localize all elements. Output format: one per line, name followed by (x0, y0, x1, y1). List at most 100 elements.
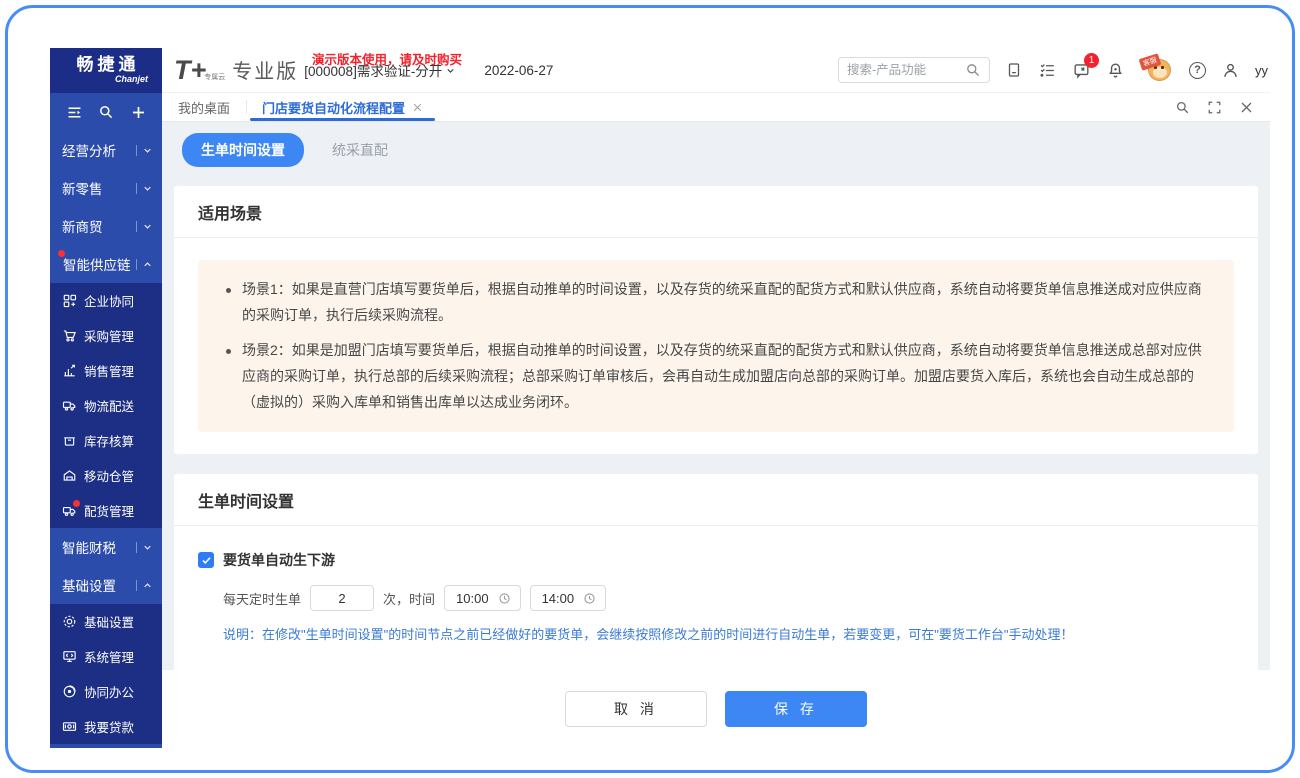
system-monitor-icon (62, 649, 77, 664)
delivery-truck-icon (62, 500, 80, 518)
clock-icon (498, 592, 511, 605)
chevron-down-icon (142, 542, 153, 553)
message-icon[interactable]: 1 (1072, 52, 1099, 80)
chanjet-logo: 畅捷通 Chanjet (50, 48, 162, 93)
user-icon[interactable] (1221, 61, 1240, 80)
sidebar-group-new-trade[interactable]: 新商贸 (50, 207, 162, 245)
help-icon[interactable]: ? (1189, 61, 1206, 79)
sidebar-group-new-retail[interactable]: 新零售 (50, 169, 162, 207)
menu-collapse-icon[interactable] (66, 104, 83, 121)
sidebar-group-business-analysis[interactable]: 经营分析 (50, 131, 162, 169)
search-icon[interactable] (1175, 100, 1190, 115)
calculator-icon[interactable] (1005, 61, 1023, 79)
tab-my-desktop[interactable]: 我的桌面 (162, 93, 246, 121)
card-title: 适用场景 (174, 186, 1258, 238)
sidebar-item-inventory-accounting[interactable]: 库存核算 (50, 423, 162, 458)
main-area: 我的桌面 门店要货自动化流程配置 生单时间设置 统采直配 适用场景 场景1：如果… (162, 93, 1270, 748)
sidebar-toolbar (50, 93, 162, 131)
logo-text-en: Chanjet (114, 73, 148, 84)
cancel-button[interactable]: 取 消 (565, 691, 707, 727)
subtab-unified-purchase[interactable]: 统采直配 (332, 140, 388, 160)
mobile-warehouse-icon (62, 468, 77, 483)
todo-list-icon[interactable] (1038, 61, 1057, 80)
sales-chart-icon (62, 363, 77, 378)
username-label[interactable]: yy (1255, 63, 1268, 78)
tab-store-replenish-config[interactable]: 门店要货自动化流程配置 (246, 93, 439, 121)
sidebar-item-collab-office[interactable]: 协同办公 (50, 674, 162, 709)
scenario-item: 场景1：如果是直营门店填写要货单后，根据自动推单的时间设置，以及存货的统采直配的… (226, 277, 1206, 329)
sidebar-group-smart-supply-chain[interactable]: 智能供应链 (50, 245, 162, 283)
sidebar-item-purchase-mgmt[interactable]: 采购管理 (50, 318, 162, 353)
banknote-icon (62, 719, 77, 734)
time-picker-2[interactable]: 14:00 (529, 585, 607, 612)
message-badge: 1 (1084, 52, 1099, 68)
sub-tabs: 生单时间设置 统采直配 (174, 129, 1258, 171)
header-main: T+ 专属云 专业版 [000008]需求验证-分开 2022-06-27 演示… (162, 48, 1270, 93)
tplus-logo-text: T+ (174, 54, 207, 85)
option-label: 要货单自动生下游 (223, 552, 335, 569)
gear-icon (62, 614, 77, 629)
purchase-cart-icon (62, 328, 77, 343)
current-date: 2022-06-27 (484, 62, 554, 78)
card-title: 生单时间设置 (174, 474, 1258, 527)
sidebar-item-logistics[interactable]: 物流配送 (50, 388, 162, 423)
product-logo: T+ 专属云 专业版 (174, 54, 299, 85)
screenshot-root: 畅捷通 Chanjet T+ 专属云 专业版 [000008]需求验证-分开 2… (0, 0, 1300, 778)
bullet-dot (226, 348, 231, 354)
supply-chain-submenu: 企业协同 采购管理 销售管理 物流配送 库存核算 移动仓管 配货管理 (50, 283, 162, 528)
tab-bar: 我的桌面 门店要货自动化流程配置 (162, 93, 1270, 122)
chevron-down-icon (142, 145, 153, 156)
clock-icon (583, 592, 596, 605)
top-header: 畅捷通 Chanjet T+ 专属云 专业版 [000008]需求验证-分开 2… (50, 48, 1270, 93)
scenario-item: 场景2：如果是加盟门店填写要货单后，根据自动推单的时间设置，以及存货的统采直配的… (226, 338, 1206, 416)
daily-times-row: 每天定时生单 次，时间 10:00 (223, 585, 1234, 612)
inventory-icon (62, 433, 77, 448)
org-collab-icon (62, 293, 77, 308)
applicable-scenarios-card: 适用场景 场景1：如果是直营门店填写要货单后，根据自动推单的时间设置，以及存货的… (174, 186, 1258, 455)
checkbox-checked[interactable] (198, 552, 214, 569)
times-per-day-input[interactable] (310, 585, 375, 612)
order-time-settings-card: 生单时间设置 要货单自动生下游 每天定时生单 2 次，时间 10:00 14:0… (174, 474, 1258, 670)
chevron-down-icon (142, 183, 153, 194)
page-content: 生单时间设置 统采直配 适用场景 场景1：如果是直营门店填写要货单后，根据自动推 (162, 122, 1270, 670)
office-icon (62, 684, 77, 699)
footer-actions: 取 消 保 存 (162, 670, 1270, 748)
window-frame: 畅捷通 Chanjet T+ 专属云 专业版 [000008]需求验证-分开 2… (5, 5, 1295, 773)
bullet-dot (226, 288, 231, 293)
sidebar-item-loan[interactable]: 我要贷款 (50, 709, 162, 744)
search-icon[interactable] (98, 104, 114, 120)
sidebar-item-sales-mgmt[interactable]: 销售管理 (50, 353, 162, 388)
sidebar-group-basic-settings[interactable]: 基础设置 (50, 566, 162, 604)
search-icon[interactable] (965, 62, 981, 78)
sidebar-item-basic-setup[interactable]: 基础设置 (50, 604, 162, 639)
close-tab-icon[interactable] (412, 102, 423, 113)
product-edition-label: 专业版 (232, 61, 299, 84)
sidebar-item-mobile-warehouse[interactable]: 移动仓管 (50, 458, 162, 493)
sidebar-item-system-mgmt[interactable]: 系统管理 (50, 639, 162, 674)
subtab-order-time-settings[interactable]: 生单时间设置 (182, 133, 304, 167)
fullscreen-icon[interactable] (1207, 100, 1222, 115)
scenario-note-box: 场景1：如果是直营门店填写要货单后，根据自动推单的时间设置，以及存货的统采直配的… (198, 260, 1234, 433)
product-cloud-label: 专属云 (204, 74, 226, 82)
sidebar-item-delivery-mgmt[interactable]: 配货管理 (50, 493, 162, 528)
settings-note: 说明：在修改"生单时间设置"的时间节点之前已经做好的要货单，会继续按照修改之前的… (223, 627, 1074, 643)
sidebar-group-smart-finance[interactable]: 智能财税 (50, 528, 162, 566)
plus-icon[interactable] (130, 104, 147, 121)
app-window: 畅捷通 Chanjet T+ 专属云 专业版 [000008]需求验证-分开 2… (50, 48, 1270, 748)
notification-dot (58, 250, 65, 257)
logistics-truck-icon (62, 398, 77, 413)
save-button[interactable]: 保 存 (725, 691, 867, 727)
notification-dot (73, 500, 80, 507)
close-icon[interactable] (1239, 100, 1254, 115)
search-input[interactable] (847, 63, 959, 77)
product-search-box[interactable] (838, 57, 990, 83)
bell-icon[interactable] (1106, 61, 1125, 80)
chevron-up-icon (142, 580, 153, 591)
demo-version-notice: 演示版本使用，请及时购买 (312, 53, 463, 67)
basic-settings-submenu: 基础设置 系统管理 协同办公 我要贷款 (50, 604, 162, 744)
tabbar-tools (1175, 93, 1270, 121)
service-mascot-icon[interactable]: 客服 (1138, 53, 1174, 84)
sidebar-item-enterprise-collab[interactable]: 企业协同 (50, 283, 162, 318)
sidebar-nav: 经营分析 新零售 新商贸 智能供应链 企业协同 采购管理 销售管理 物流配送 库… (50, 93, 162, 748)
time-picker-1[interactable]: 10:00 (444, 585, 521, 612)
